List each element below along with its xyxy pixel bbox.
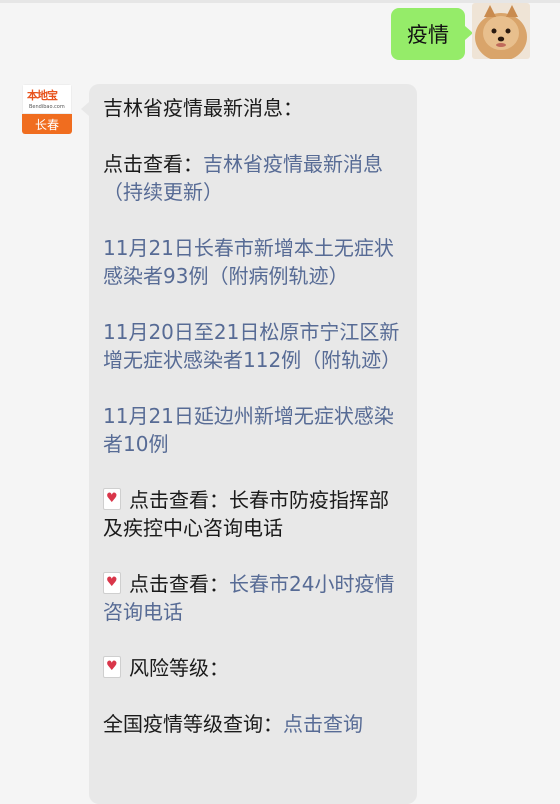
- item4-link[interactable]: 11月21日延边州新增无症状感染者10例: [103, 404, 394, 456]
- user-avatar[interactable]: [472, 3, 530, 59]
- message-item-2: 11月21日长春市新增本土无症状感染者93例（附病例轨迹）: [103, 234, 403, 290]
- message-title: 吉林省疫情最新消息：: [103, 96, 303, 120]
- message-item-7: 风险等级：: [103, 654, 403, 682]
- item3-link[interactable]: 11月20日至21日松原市宁江区新增无症状感染者112例（附轨迹）: [103, 320, 401, 372]
- logo-top: 本地宝 Bendibao.com: [22, 84, 72, 114]
- item8-link[interactable]: 点击查询: [283, 712, 363, 736]
- logo-cn-text: 本地宝: [27, 89, 58, 102]
- item5-prefix: 点击查看：: [129, 488, 229, 512]
- message-item-1: 点击查看：吉林省疫情最新消息（持续更新）: [103, 150, 403, 206]
- outgoing-message-bubble[interactable]: 疫情: [391, 8, 473, 60]
- message-item-6: 点击查看：长春市24小时疫情咨询电话: [103, 570, 403, 626]
- love-letter-icon: [103, 656, 121, 678]
- message-item-8: 全国疫情等级查询：点击查询: [103, 710, 403, 738]
- logo-city: 长春: [22, 114, 72, 134]
- item8-prefix: 全国疫情等级查询：: [103, 712, 283, 736]
- item2-link[interactable]: 11月21日长春市新增本土无症状感染者93例（附病例轨迹）: [103, 236, 394, 288]
- bendibao-avatar[interactable]: 本地宝 Bendibao.com 长春: [22, 84, 72, 134]
- outgoing-message-text: 疫情: [407, 23, 449, 47]
- item6-prefix: 点击查看：: [129, 572, 229, 596]
- love-letter-icon: [103, 572, 121, 594]
- incoming-message-bubble: 吉林省疫情最新消息： 点击查看：吉林省疫情最新消息（持续更新） 11月21日长春…: [81, 84, 417, 804]
- love-letter-icon: [103, 488, 121, 510]
- logo-en-text: Bendibao.com: [29, 104, 65, 110]
- item1-prefix: 点击查看：: [103, 152, 203, 176]
- item7-text: 风险等级：: [129, 656, 229, 680]
- message-item-3: 11月20日至21日松原市宁江区新增无症状感染者112例（附轨迹）: [103, 318, 403, 374]
- message-item-4: 11月21日延边州新增无症状感染者10例: [103, 402, 403, 458]
- dog-avatar-icon: [472, 3, 530, 59]
- message-item-5: 点击查看：长春市防疫指挥部及疾控中心咨询电话: [103, 486, 403, 542]
